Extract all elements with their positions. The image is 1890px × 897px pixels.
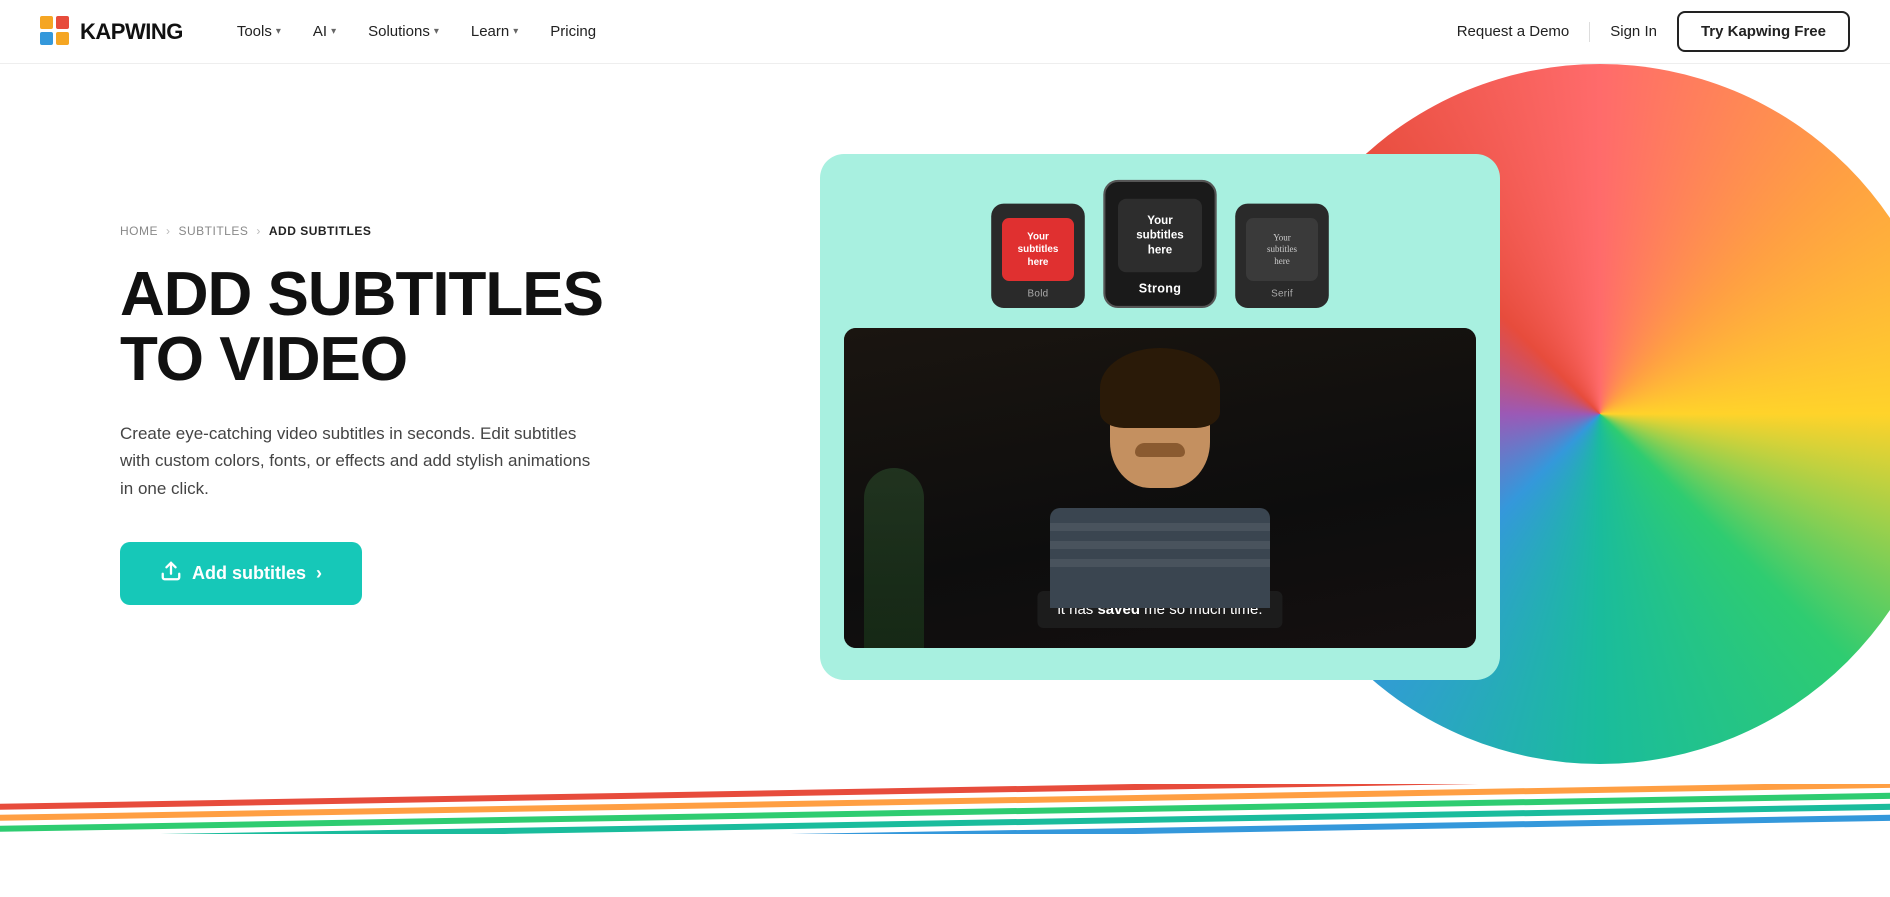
logo-sq-blue [40,32,53,45]
add-subtitles-button[interactable]: Add subtitles › [120,542,362,605]
logo-sq-red [56,16,69,29]
breadcrumb-current: ADD SUBTITLES [269,224,372,238]
serif-label: Serif [1271,288,1293,299]
upload-icon [160,560,182,587]
plant-shape [864,468,924,648]
video-preview: it has saved me so much time. [844,328,1476,648]
style-cards-row: Yoursubtitleshere Bold Yoursubtitleshere… [844,186,1476,308]
breadcrumb-sep2: › [256,224,261,238]
solutions-chevron-icon: ▾ [434,26,439,37]
nav-links: Tools ▾ AI ▾ Solutions ▾ Learn ▾ Pricing [223,15,1457,48]
nav-right: Request a Demo Sign In Try Kapwing Free [1457,11,1850,52]
nav-divider [1589,22,1590,42]
nav-ai[interactable]: AI ▾ [299,15,350,48]
bold-label: Bold [1028,288,1049,299]
bold-preview-text: Yoursubtitleshere [1018,230,1059,269]
nav-tools[interactable]: Tools ▾ [223,15,295,48]
try-kapwing-button[interactable]: Try Kapwing Free [1677,11,1850,52]
stripe1 [1050,523,1270,531]
learn-chevron-icon: ▾ [513,26,518,37]
hero-title: ADD SUBTITLES TO VIDEO [120,262,720,392]
breadcrumb: HOME › SUBTITLES › ADD SUBTITLES [120,224,720,238]
breadcrumb-subtitles[interactable]: SUBTITLES [179,224,249,238]
style-card-serif[interactable]: Yoursubtitleshere Serif [1235,204,1329,308]
hero-description: Create eye-catching video subtitles in s… [120,420,600,502]
stripe2 [1050,541,1270,549]
bold-preview: Yoursubtitleshere [1002,218,1074,281]
mustache-shape [1135,443,1185,457]
mint-card: Yoursubtitleshere Bold Yoursubtitleshere… [820,154,1500,680]
request-demo-link[interactable]: Request a Demo [1457,23,1570,40]
logo-sq-yellow [40,16,53,29]
eye-left [1120,413,1140,418]
shirt-shape [1050,508,1270,608]
cta-arrow-icon: › [316,563,322,584]
style-card-strong[interactable]: Yoursubtitleshere Strong [1103,180,1216,308]
add-subtitles-label: Add subtitles [192,563,306,584]
hero-title-line2: TO VIDEO [120,325,407,394]
serif-preview-text: Yoursubtitleshere [1267,232,1297,267]
video-person-bg [844,328,1476,648]
stripe3 [1050,559,1270,567]
ai-chevron-icon: ▾ [331,26,336,37]
eye-right [1180,413,1200,418]
bottom-decorative-lines [0,784,1890,834]
strong-label: Strong [1139,281,1181,296]
nav-solutions[interactable]: Solutions ▾ [354,15,453,48]
strong-preview: Yoursubtitleshere [1118,199,1202,272]
hero-right: Yoursubtitleshere Bold Yoursubtitleshere… [780,124,1850,680]
logo-text: KAPWING [80,19,183,45]
logo-sq-yellow2 [56,32,69,45]
main-content: HOME › SUBTITLES › ADD SUBTITLES ADD SUB… [0,64,1890,764]
logo-icon [40,16,72,48]
hero-left: HOME › SUBTITLES › ADD SUBTITLES ADD SUB… [120,124,720,605]
hero-title-line1: ADD SUBTITLES [120,260,603,329]
breadcrumb-sep1: › [166,224,171,238]
breadcrumb-home[interactable]: HOME [120,224,158,238]
nav-learn[interactable]: Learn ▾ [457,15,532,48]
tools-chevron-icon: ▾ [276,26,281,37]
navbar: KAPWING Tools ▾ AI ▾ Solutions ▾ Learn ▾… [0,0,1890,64]
serif-preview: Yoursubtitleshere [1246,218,1318,281]
hair-shape [1100,348,1220,428]
style-card-bold[interactable]: Yoursubtitleshere Bold [991,204,1085,308]
sign-in-link[interactable]: Sign In [1610,23,1657,40]
strong-preview-text: Yoursubtitleshere [1136,213,1183,258]
logo-link[interactable]: KAPWING [40,16,183,48]
person-head-area [1100,348,1220,488]
nav-pricing[interactable]: Pricing [536,15,610,48]
